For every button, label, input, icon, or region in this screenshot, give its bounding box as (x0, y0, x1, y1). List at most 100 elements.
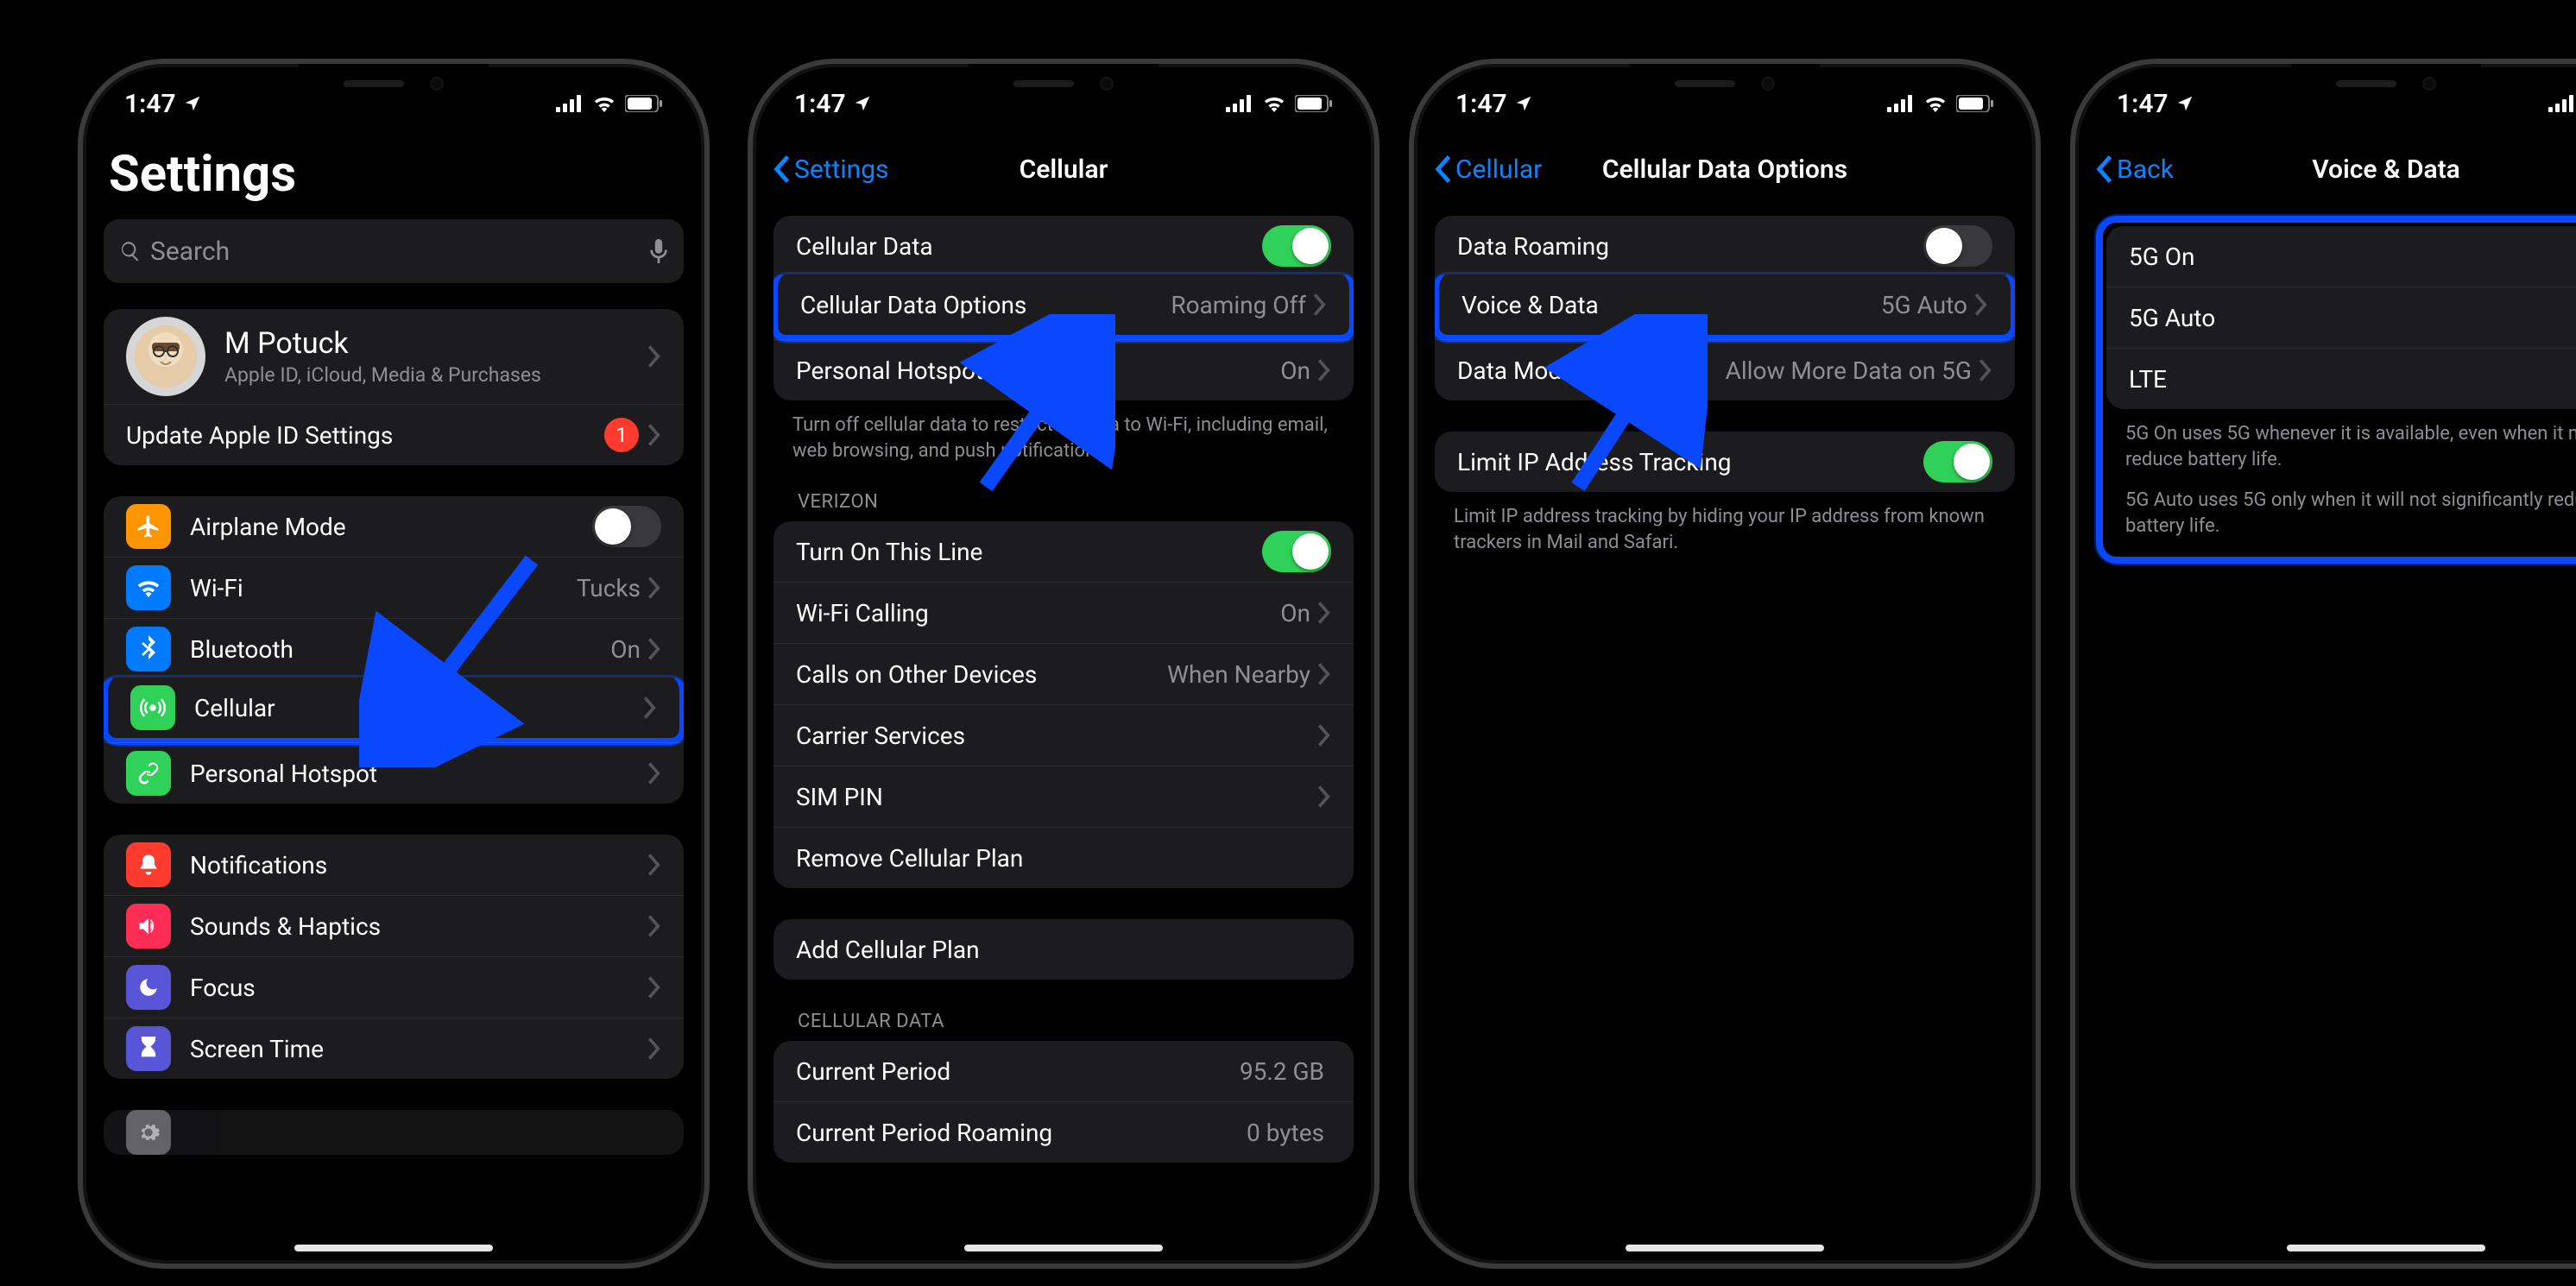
status-time: 1:47 (794, 89, 846, 119)
screentime-row[interactable]: Screen Time (104, 1018, 684, 1079)
footer-5g-auto: 5G Auto uses 5G only when it will not si… (2106, 486, 2576, 547)
voice-data-highlight: 5G On 5G Auto LTE 5G On uses 5G whenever… (2096, 216, 2576, 564)
notch (1630, 64, 1820, 104)
chevron-right-icon (1979, 359, 1992, 381)
voice-data-row[interactable]: Voice & Data 5G Auto (1435, 274, 2015, 342)
remove-plan-row[interactable]: Remove Cellular Plan (773, 827, 1354, 888)
limit-ip-toggle[interactable] (1923, 441, 1992, 482)
airplane-toggle[interactable] (592, 506, 661, 547)
chevron-right-icon (1317, 724, 1331, 747)
data-roaming-row[interactable]: Data Roaming (1435, 216, 2015, 276)
search-icon (119, 240, 142, 262)
phone-settings: 1:47 Settings Search M Potuck Apple ID, … (78, 59, 710, 1269)
account-card: M Potuck Apple ID, iCloud, Media & Purch… (104, 309, 684, 465)
mic-icon[interactable] (649, 239, 668, 263)
option-5g-on[interactable]: 5G On (2106, 226, 2576, 287)
nav-title: Cellular (1020, 154, 1108, 185)
chevron-right-icon (647, 1037, 661, 1060)
voice-data-screen[interactable]: Back Voice & Data 5G On 5G Auto LTE 5G O… (2075, 64, 2576, 1264)
chevron-right-icon (1313, 293, 1327, 316)
chevron-right-icon (647, 854, 661, 876)
battery-icon (1956, 95, 1994, 112)
voice-data-options-card: 5G On 5G Auto LTE (2106, 226, 2576, 409)
notifications-row[interactable]: Notifications (104, 835, 684, 895)
wifi-calling-row[interactable]: Wi-Fi Calling On (773, 582, 1354, 643)
limit-ip-row[interactable]: Limit IP Address Tracking (1435, 432, 2015, 492)
chevron-right-icon (1317, 785, 1331, 808)
add-plan-row[interactable]: Add Cellular Plan (773, 919, 1354, 980)
data-options-screen[interactable]: Cellular Cellular Data Options Data Roam… (1414, 64, 2036, 1264)
option-5g-auto[interactable]: 5G Auto (2106, 287, 2576, 348)
general-row[interactable] (104, 1110, 684, 1155)
back-button[interactable]: Back (2096, 154, 2174, 185)
chevron-right-icon (1317, 663, 1331, 685)
home-indicator[interactable] (2287, 1245, 2485, 1251)
sounds-row[interactable]: Sounds & Haptics (104, 895, 684, 956)
airplane-row[interactable]: Airplane Mode (104, 496, 684, 557)
cellular-data-toggle[interactable] (1262, 225, 1331, 267)
option-lte[interactable]: LTE (2106, 348, 2576, 409)
bell-icon (136, 853, 161, 877)
calls-other-row[interactable]: Calls on Other Devices When Nearby (773, 643, 1354, 704)
data-roaming-toggle[interactable] (1923, 225, 1992, 267)
wifi-row[interactable]: Wi-Fi Tucks (104, 557, 684, 618)
battery-icon (625, 95, 663, 112)
home-indicator[interactable] (1626, 1245, 1824, 1251)
account-sub: Apple ID, iCloud, Media & Purchases (224, 363, 647, 387)
gear-icon (136, 1120, 161, 1144)
chevron-right-icon (647, 762, 661, 785)
chevron-right-icon (647, 345, 661, 368)
limit-ip-card: Limit IP Address Tracking (1435, 432, 2015, 492)
cellular-data-card: Cellular Data Cellular Data Options Roam… (773, 216, 1354, 400)
chevron-right-icon (647, 976, 661, 999)
chevron-right-icon (1317, 602, 1331, 624)
wifi-icon (592, 95, 616, 112)
notch (299, 64, 489, 104)
settings-screen[interactable]: Settings Search M Potuck Apple ID, iClou… (83, 64, 704, 1264)
update-apple-id-row[interactable]: Update Apple ID Settings 1 (104, 404, 684, 465)
location-icon (1514, 94, 1533, 113)
phone-cellular: 1:47 Settings Cellular Cellular Data Cel… (748, 59, 1380, 1269)
carrier-services-row[interactable]: Carrier Services (773, 704, 1354, 766)
home-indicator[interactable] (294, 1245, 493, 1251)
cellular-signal-icon (2548, 95, 2576, 112)
cellular-signal-icon (556, 95, 584, 112)
general-card (104, 1110, 684, 1155)
chevron-right-icon (1317, 359, 1331, 381)
home-indicator[interactable] (964, 1245, 1163, 1251)
focus-row[interactable]: Focus (104, 956, 684, 1018)
cellular-signal-icon (1226, 95, 1253, 112)
sim-pin-row[interactable]: SIM PIN (773, 766, 1354, 827)
turn-on-line-row[interactable]: Turn On This Line (773, 521, 1354, 582)
bluetooth-row[interactable]: Bluetooth On (104, 618, 684, 679)
back-button[interactable]: Settings (773, 154, 889, 185)
location-icon (183, 94, 202, 113)
cellular-footer: Turn off cellular data to restrict all d… (773, 411, 1354, 472)
cellular-data-row[interactable]: Cellular Data (773, 216, 1354, 276)
search-field[interactable]: Search (104, 219, 684, 283)
hotspot-row[interactable]: Personal Hotspot (104, 742, 684, 804)
avatar (126, 317, 205, 396)
cellular-data-options-row[interactable]: Cellular Data Options Roaming Off (773, 274, 1354, 342)
footer-5g-on: 5G On uses 5G whenever it is available, … (2106, 419, 2576, 481)
phone-data-options: 1:47 Cellular Cellular Data Options Data… (1409, 59, 2041, 1269)
wifi-icon (1923, 95, 1948, 112)
add-plan-card: Add Cellular Plan (773, 919, 1354, 980)
current-period-roaming-row[interactable]: Current Period Roaming 0 bytes (773, 1101, 1354, 1163)
cellular-data-header: CELLULAR DATA (773, 1011, 1354, 1041)
wifi-icon (1262, 95, 1286, 112)
apple-id-row[interactable]: M Potuck Apple ID, iCloud, Media & Purch… (104, 309, 684, 404)
data-mode-row[interactable]: Data Mode Allow More Data on 5G (1435, 339, 2015, 400)
search-placeholder: Search (150, 236, 649, 267)
cellular-screen[interactable]: Settings Cellular Cellular Data Cellular… (753, 64, 1374, 1264)
back-button[interactable]: Cellular (1435, 154, 1542, 185)
personal-hotspot-row[interactable]: Personal Hotspot On (773, 339, 1354, 400)
current-period-row[interactable]: Current Period 95.2 GB (773, 1041, 1354, 1101)
roaming-voice-card: Data Roaming Voice & Data 5G Auto Data M… (1435, 216, 2015, 400)
chevron-right-icon (647, 915, 661, 937)
cellular-row[interactable]: Cellular (104, 677, 684, 745)
chevron-right-icon (643, 697, 657, 719)
link-icon (136, 760, 161, 786)
turn-on-line-toggle[interactable] (1262, 531, 1331, 572)
limit-ip-footer: Limit IP address tracking by hiding your… (1435, 502, 2015, 564)
